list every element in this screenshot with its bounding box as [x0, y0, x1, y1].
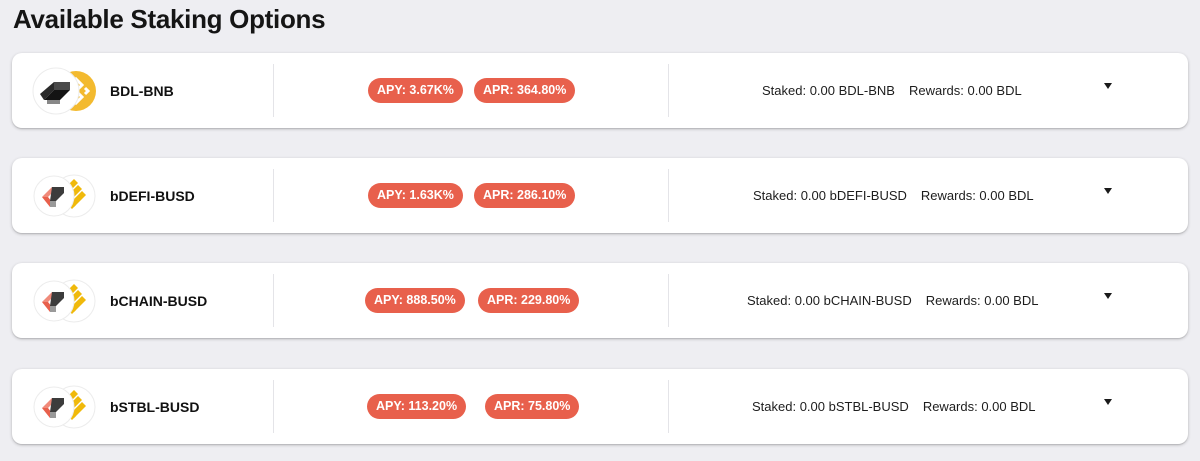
chevron-down-icon[interactable]	[1104, 83, 1112, 89]
apr-badge: APR: 229.80%	[478, 288, 580, 313]
apr-badge: APR: 75.80%	[485, 394, 580, 419]
apr-badge: APR: 364.80%	[474, 78, 576, 103]
rewards-amount: Rewards: 0.00 BDL	[920, 188, 1034, 203]
page-title: Available Staking Options	[13, 4, 326, 34]
pool-row-bchain-busd[interactable]: bCHAIN-BUSD APY: 888.50% APR: 229.80% St…	[12, 263, 1188, 338]
chevron-down-icon[interactable]	[1104, 293, 1112, 299]
pool-row-bstbl-busd[interactable]: bSTBL-BUSD APY: 113.20% APR: 75.80% Stak…	[12, 369, 1188, 444]
apy-badge: APY: 1.63K%	[368, 183, 463, 208]
apy-badge: APY: 113.20%	[367, 394, 467, 419]
divider	[273, 64, 274, 117]
divider	[273, 169, 274, 222]
chevron-down-icon[interactable]	[1104, 188, 1112, 194]
rewards-amount: Rewards: 0.00 BDL	[922, 399, 1036, 414]
staked-amount: Staked: 0.00 bCHAIN-BUSD	[747, 293, 912, 308]
bdl-bnb-pair-icon	[30, 62, 96, 120]
staking-page: Available Staking Options BDL-BNB APY: 3…	[0, 0, 1200, 461]
divider	[273, 274, 274, 327]
pool-row-bdl-bnb[interactable]: BDL-BNB APY: 3.67K% APR: 364.80% Staked:…	[12, 53, 1188, 128]
rewards-amount: Rewards: 0.00 BDL	[908, 83, 1022, 98]
bstbl-busd-pair-icon	[30, 378, 96, 436]
staked-amount: Staked: 0.00 bSTBL-BUSD	[752, 399, 909, 414]
divider	[273, 380, 274, 433]
staked-rewards-info: Staked: 0.00 bCHAIN-BUSD Rewards: 0.00 BD…	[747, 293, 1052, 308]
divider	[668, 169, 669, 222]
staked-amount: Staked: 0.00 BDL-BNB	[762, 83, 895, 98]
chevron-down-icon[interactable]	[1104, 399, 1112, 405]
pair-name: BDL-BNB	[110, 83, 174, 99]
divider	[668, 274, 669, 327]
bdefi-busd-pair-icon	[30, 167, 96, 225]
apy-badge: APY: 888.50%	[365, 288, 465, 313]
staked-rewards-info: Staked: 0.00 bDEFI-BUSD Rewards: 0.00 BDL	[753, 188, 1048, 203]
divider	[668, 380, 669, 433]
divider	[668, 64, 669, 117]
pool-row-bdefi-busd[interactable]: bDEFI-BUSD APY: 1.63K% APR: 286.10% Stak…	[12, 158, 1188, 233]
staked-rewards-info: Staked: 0.00 bSTBL-BUSD Rewards: 0.00 BDL	[752, 399, 1050, 414]
apy-badge: APY: 3.67K%	[368, 78, 463, 103]
rewards-amount: Rewards: 0.00 BDL	[925, 293, 1039, 308]
apr-badge: APR: 286.10%	[474, 183, 576, 208]
pair-name: bSTBL-BUSD	[110, 399, 200, 415]
staked-rewards-info: Staked: 0.00 BDL-BNB Rewards: 0.00 BDL	[762, 83, 1036, 98]
pair-name: bDEFI-BUSD	[110, 188, 195, 204]
bchain-busd-pair-icon	[30, 272, 96, 330]
pair-name: bCHAIN-BUSD	[110, 293, 208, 309]
staked-amount: Staked: 0.00 bDEFI-BUSD	[753, 188, 907, 203]
